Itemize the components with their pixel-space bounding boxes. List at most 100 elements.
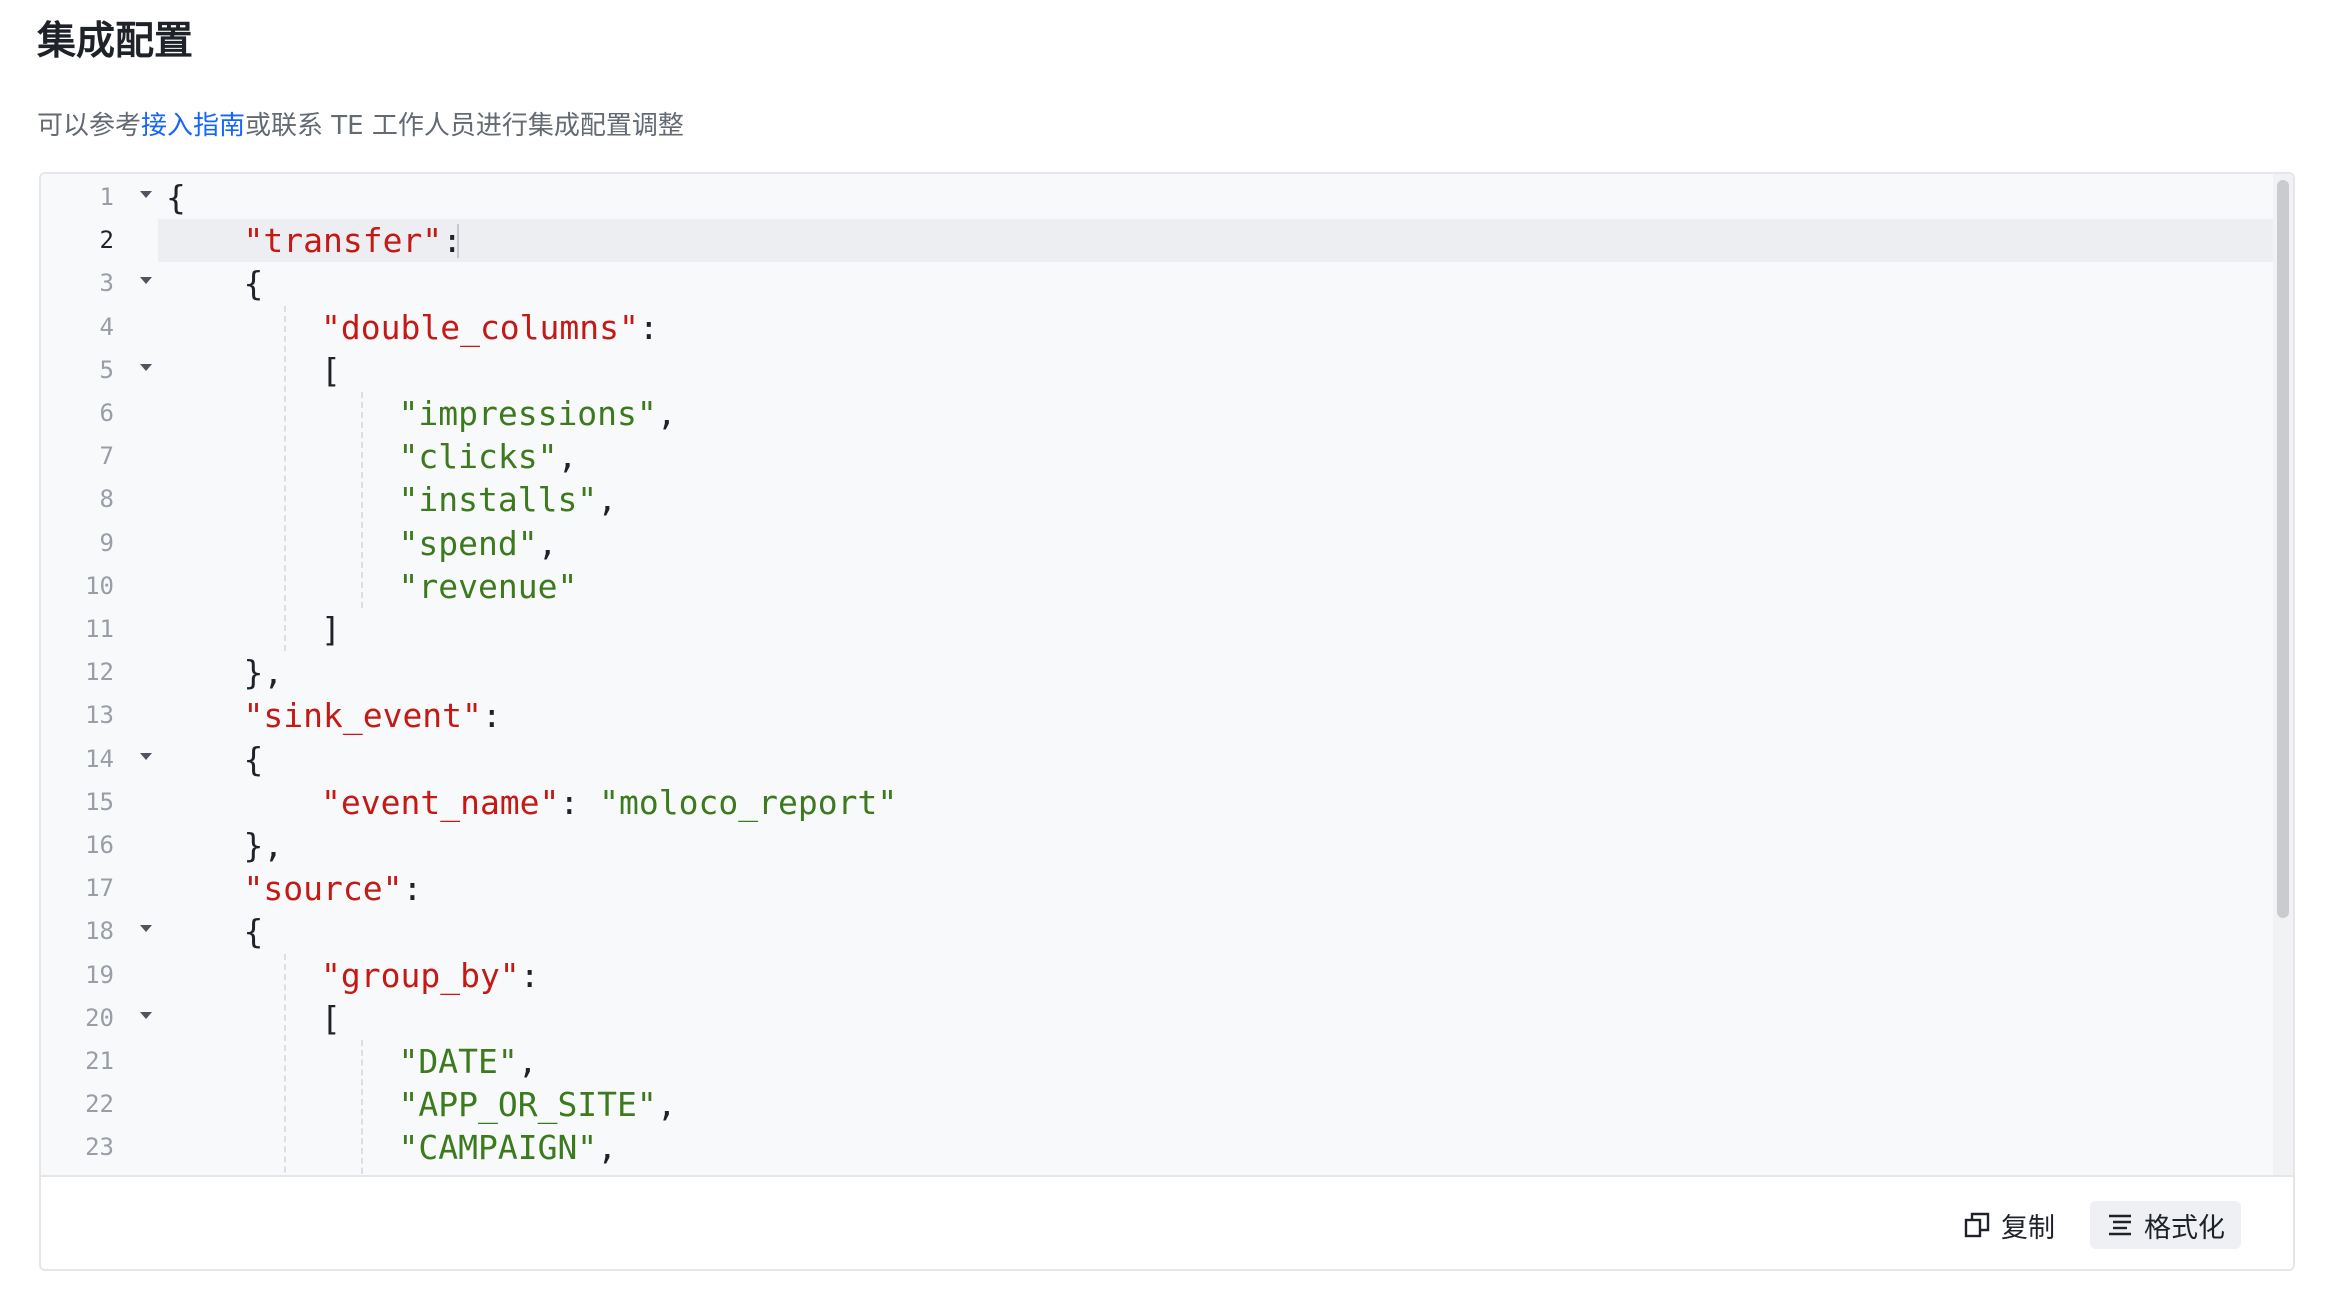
line-number: 20 xyxy=(41,997,158,1040)
line-number: 4 xyxy=(41,306,158,349)
json-punctuation: ] xyxy=(321,610,341,649)
code-line[interactable]: "installs", xyxy=(399,478,618,521)
json-key: "event_name" xyxy=(321,782,560,822)
json-key: "double_columns" xyxy=(321,307,639,347)
code-line[interactable]: "sink_event": xyxy=(244,694,502,737)
code-line[interactable]: { xyxy=(244,910,264,953)
indent-guide xyxy=(283,305,286,652)
code-line[interactable]: { xyxy=(166,176,186,219)
code-line[interactable]: ] xyxy=(321,608,341,651)
subtitle-suffix: 或联系 TE 工作人员进行集成配置调整 xyxy=(245,111,684,141)
code-line[interactable]: "revenue" xyxy=(399,565,578,608)
json-punctuation: { xyxy=(243,264,264,304)
line-number-text: 19 xyxy=(85,960,114,989)
copy-button[interactable]: 复制 xyxy=(1955,1201,2063,1249)
line-number: 17 xyxy=(41,867,158,910)
json-key: "group_by" xyxy=(321,955,520,995)
json-key: "sink_event" xyxy=(243,696,482,736)
code-line[interactable]: { xyxy=(244,262,264,305)
json-punctuation: : xyxy=(519,955,540,995)
code-line[interactable]: }, xyxy=(244,824,284,867)
json-punctuation: { xyxy=(166,178,186,217)
integration-guide-link[interactable]: 接入指南 xyxy=(141,111,245,141)
align-left-icon xyxy=(2109,1214,2131,1236)
json-punctuation: , xyxy=(597,1128,618,1168)
line-number: 19 xyxy=(41,954,158,997)
json-punctuation: : xyxy=(402,869,423,909)
json-string: "impressions" xyxy=(398,394,657,433)
indent-guide xyxy=(361,392,363,608)
code-line[interactable]: "source": xyxy=(244,867,423,910)
json-punctuation: , xyxy=(537,523,558,563)
line-number: 5 xyxy=(41,349,158,392)
json-string: "CAMPAIGN" xyxy=(398,1128,598,1168)
editor-footer: 复制 格式化 xyxy=(41,1175,2293,1269)
fold-toggle-icon[interactable] xyxy=(140,363,152,371)
fold-toggle-icon[interactable] xyxy=(140,925,152,933)
vertical-scrollbar[interactable] xyxy=(2273,174,2293,1175)
indent-guide xyxy=(361,1040,363,1175)
line-number: 8 xyxy=(41,478,158,521)
code-line[interactable]: "DATE", xyxy=(399,1040,538,1083)
indent-guide xyxy=(283,953,286,1175)
json-punctuation: { xyxy=(243,912,264,952)
line-number-text: 4 xyxy=(99,312,114,341)
json-punctuation: { xyxy=(243,739,264,779)
format-button[interactable]: 格式化 xyxy=(2090,1201,2241,1249)
line-number: 15 xyxy=(41,781,158,824)
code-line[interactable]: "spend", xyxy=(399,522,558,565)
line-number: 23 xyxy=(41,1126,158,1169)
line-number: 14 xyxy=(41,738,158,781)
json-punctuation: , xyxy=(517,1042,538,1081)
line-number-text: 16 xyxy=(85,831,114,859)
json-key: "transfer" xyxy=(243,221,443,261)
json-punctuation: : xyxy=(638,307,659,347)
code-line[interactable]: "transfer": xyxy=(244,219,463,262)
line-number: 1 xyxy=(41,176,158,219)
line-number-text: 2 xyxy=(99,226,114,255)
code-line[interactable]: "impressions", xyxy=(399,392,677,435)
line-number-text: 18 xyxy=(85,917,114,946)
fold-toggle-icon[interactable] xyxy=(140,191,152,198)
line-number-text: 17 xyxy=(85,874,114,903)
json-punctuation: : xyxy=(481,696,502,736)
json-string: "installs" xyxy=(398,480,598,520)
code-editor[interactable]: 123456789101112131415161718192021222324 … xyxy=(41,174,2293,1175)
line-number-text: 11 xyxy=(85,615,114,643)
line-number: 3 xyxy=(41,262,158,305)
code-line[interactable]: [ xyxy=(321,349,341,392)
page-title: 集成配置 xyxy=(37,19,194,64)
code-line[interactable]: }, xyxy=(244,651,284,694)
line-number-text: 14 xyxy=(85,744,114,773)
code-line[interactable]: [ xyxy=(321,997,341,1040)
fold-toggle-icon[interactable] xyxy=(140,1011,152,1019)
line-number-text: 12 xyxy=(85,658,114,687)
code-line[interactable]: "event_name": "moloco_report" xyxy=(321,781,897,824)
code-line[interactable]: { xyxy=(244,738,264,781)
line-number: 10 xyxy=(41,565,158,608)
fold-toggle-icon[interactable] xyxy=(140,277,152,285)
code-line[interactable]: "CAMPAIGN", xyxy=(399,1126,618,1169)
page-subtitle: 可以参考接入指南或联系 TE 工作人员进行集成配置调整 xyxy=(37,106,684,146)
line-number-text: 10 xyxy=(85,571,114,600)
json-punctuation: : xyxy=(559,782,600,822)
code-line[interactable]: "double_columns": xyxy=(321,306,659,349)
active-line-highlight xyxy=(158,219,2273,263)
line-number: 7 xyxy=(41,435,158,478)
line-number: 16 xyxy=(41,824,158,867)
scrollbar-thumb[interactable] xyxy=(2277,180,2289,918)
code-content[interactable]: {"transfer":{"double_columns":["impressi… xyxy=(158,174,2273,1175)
line-number-text: 5 xyxy=(99,355,114,384)
line-number-text: 20 xyxy=(85,1003,114,1032)
line-number-text: 7 xyxy=(99,442,114,471)
line-number-text: 22 xyxy=(85,1090,114,1119)
json-punctuation: , xyxy=(557,437,578,477)
json-punctuation: }, xyxy=(243,653,284,693)
code-line[interactable]: "group_by": xyxy=(321,954,540,997)
code-line[interactable]: "APP_OR_SITE", xyxy=(399,1083,677,1126)
line-number-text: 6 xyxy=(99,399,114,427)
json-string: "DATE" xyxy=(398,1042,518,1081)
code-line[interactable]: "clicks", xyxy=(399,435,578,478)
line-number-text: 21 xyxy=(85,1047,114,1075)
fold-toggle-icon[interactable] xyxy=(140,752,152,760)
